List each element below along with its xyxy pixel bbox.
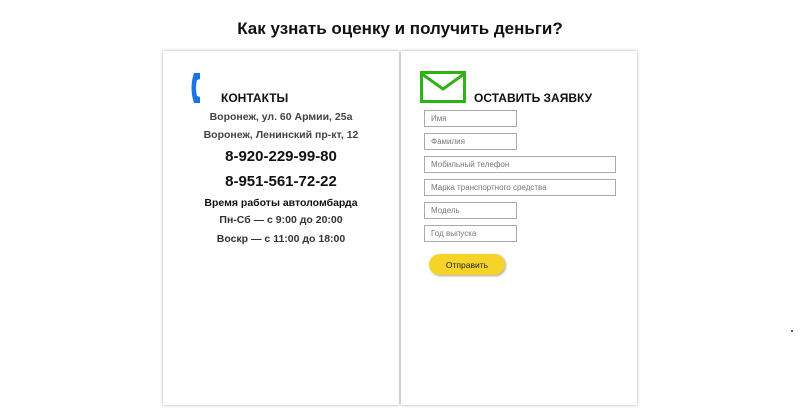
model-field[interactable] — [424, 202, 517, 219]
decorative-dot — [791, 330, 793, 332]
name-field[interactable] — [424, 110, 517, 127]
envelope-icon — [420, 71, 466, 103]
page-title: Как узнать оценку и получить деньги? — [237, 19, 563, 38]
form-title: ОСТАВИТЬ ЗАЯВКУ — [474, 91, 593, 105]
vehicle-brand-field[interactable] — [424, 179, 616, 196]
phone-icon — [191, 73, 200, 103]
working-hours-title: Время работы автоломбарда — [204, 197, 358, 209]
contacts-title: КОНТАКТЫ — [221, 91, 289, 105]
working-hours-weekdays: Пн-Сб — с 9:00 до 20:00 — [219, 214, 343, 226]
address-1: Воронеж, ул. 60 Армии, 25а — [209, 111, 353, 123]
surname-field[interactable] — [424, 133, 517, 150]
working-hours-sunday: Воскр — с 11:00 до 18:00 — [216, 233, 346, 245]
year-field[interactable] — [424, 225, 517, 242]
address-2: Воронеж, Ленинский пр-кт, 12 — [203, 129, 359, 141]
mobile-phone-field[interactable] — [424, 156, 616, 173]
phone-number-1[interactable]: 8-920-229-99-80 — [163, 148, 399, 165]
submit-button[interactable]: Отправить — [429, 254, 505, 275]
request-form-card: ОСТАВИТЬ ЗАЯВКУ Отправить — [401, 51, 637, 405]
phone-number-2[interactable]: 8-951-561-72-22 — [163, 173, 399, 190]
contacts-card: КОНТАКТЫ Воронеж, ул. 60 Армии, 25а Воро… — [163, 51, 399, 405]
